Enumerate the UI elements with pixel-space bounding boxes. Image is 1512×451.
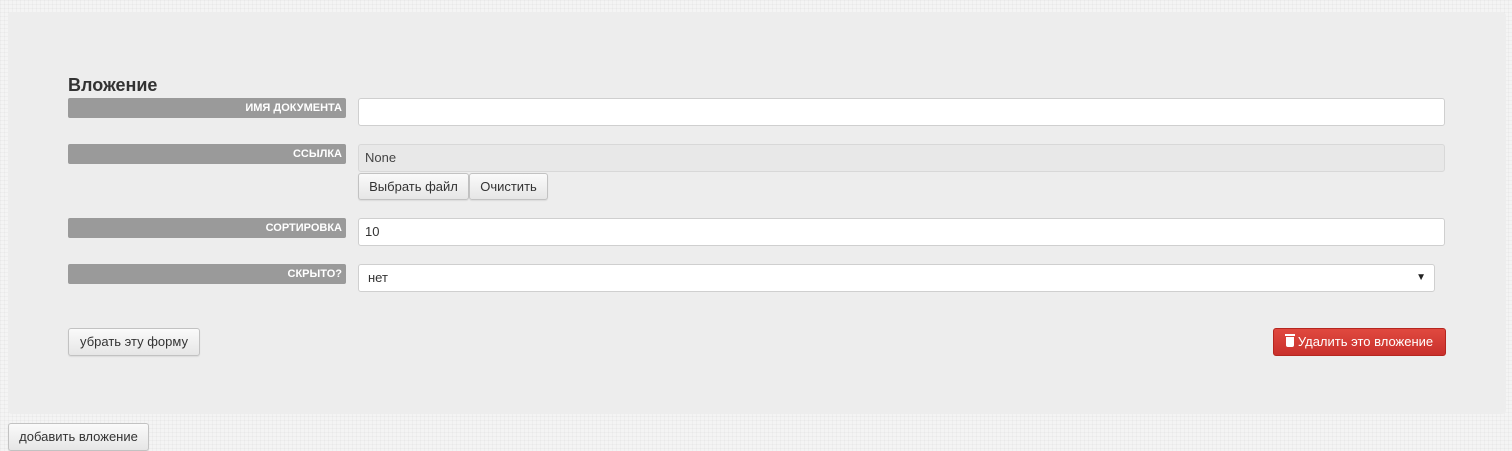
hidden-label: СКРЫТО?: [68, 264, 346, 284]
delete-attachment-button[interactable]: Удалить это вложение: [1273, 328, 1446, 356]
sort-label: СОРТИРОВКА: [68, 218, 346, 238]
trash-icon: [1284, 334, 1295, 347]
doc-name-label: ИМЯ ДОКУМЕНТА: [68, 98, 346, 118]
hidden-select-value: нет: [368, 270, 388, 285]
link-label: ССЫЛКА: [68, 144, 346, 164]
hidden-select[interactable]: нет ▼: [358, 264, 1435, 292]
delete-attachment-label: Удалить это вложение: [1297, 334, 1434, 349]
form-title: Вложение: [68, 75, 158, 95]
sort-input[interactable]: 10: [358, 218, 1445, 246]
link-field: None: [358, 144, 1445, 172]
remove-form-button[interactable]: убрать эту форму: [68, 328, 200, 356]
add-attachment-button[interactable]: добавить вложение: [8, 423, 149, 451]
caret-down-icon: ▼: [1416, 272, 1426, 283]
choose-file-button[interactable]: Выбрать файл: [358, 173, 469, 200]
doc-name-input[interactable]: [358, 98, 1445, 126]
clear-file-button[interactable]: Очистить: [469, 173, 548, 200]
